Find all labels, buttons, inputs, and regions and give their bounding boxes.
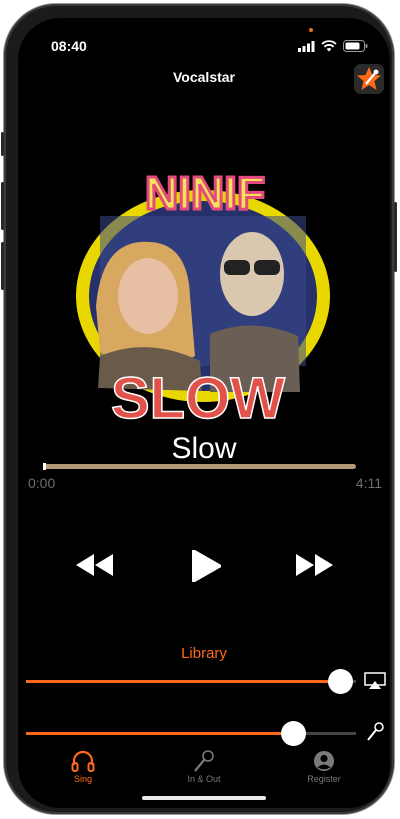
tab-sing[interactable]: Sing	[33, 748, 133, 784]
volume-slider-fill	[26, 680, 340, 683]
power-button	[394, 202, 397, 272]
tab-in-and-out-label: In & Out	[187, 774, 221, 784]
elapsed-time: 0:00	[28, 475, 56, 491]
artwork-top-text: NINIF	[145, 167, 265, 219]
app-screen: 08:40 Vocalstar NINIF SLOW Slow 0:00 4:1…	[18, 18, 390, 808]
playback-progress-knob[interactable]	[43, 463, 46, 470]
volume-slider-thumb[interactable]	[327, 669, 353, 694]
song-title: Slow	[171, 432, 237, 465]
volume-slider[interactable]	[26, 669, 356, 694]
tab-sing-label: Sing	[73, 774, 92, 784]
library-link[interactable]: Library	[18, 645, 390, 662]
rewind-icon	[76, 554, 113, 576]
airplay-icon	[364, 672, 386, 689]
album-artwork: NINIF SLOW	[70, 156, 340, 434]
wifi-icon	[321, 40, 337, 52]
mic-level-slider[interactable]	[26, 721, 356, 746]
playback-controls	[18, 549, 390, 590]
camera-indicator-dot	[309, 28, 313, 32]
status-icons	[298, 40, 368, 52]
signal-icon	[298, 40, 315, 52]
volume-up-button	[1, 182, 4, 230]
mute-switch	[1, 132, 4, 156]
playback-progress-bar[interactable]	[43, 463, 356, 470]
total-duration: 4:11	[355, 475, 382, 491]
play-button[interactable]	[191, 549, 222, 587]
nav-title: Vocalstar	[173, 69, 235, 85]
tab-register-label: Register	[307, 774, 341, 784]
mic-settings-button[interactable]	[366, 722, 384, 747]
play-icon	[192, 549, 222, 583]
fast-forward-button[interactable]	[296, 554, 334, 581]
artwork-bottom-text: SLOW	[111, 366, 285, 431]
fast-forward-icon	[296, 554, 333, 576]
airplay-button[interactable]	[364, 672, 386, 695]
microphone-icon	[367, 722, 384, 741]
status-time: 08:40	[51, 38, 87, 54]
rewind-button[interactable]	[76, 554, 114, 581]
user-icon	[314, 751, 334, 771]
battery-icon	[343, 40, 368, 52]
mic-level-slider-thumb[interactable]	[281, 721, 307, 746]
microphone-icon	[194, 750, 214, 772]
headphones-icon	[71, 750, 95, 772]
home-indicator[interactable]	[142, 796, 266, 800]
volume-down-button	[1, 242, 4, 290]
phone-frame: 08:40 Vocalstar NINIF SLOW Slow 0:00 4:1…	[1, 4, 397, 814]
vocalstar-logo-icon[interactable]	[354, 64, 384, 94]
tab-register[interactable]: Register	[274, 748, 374, 784]
mic-level-slider-fill	[26, 732, 294, 735]
tab-in-and-out[interactable]: In & Out	[154, 748, 254, 784]
